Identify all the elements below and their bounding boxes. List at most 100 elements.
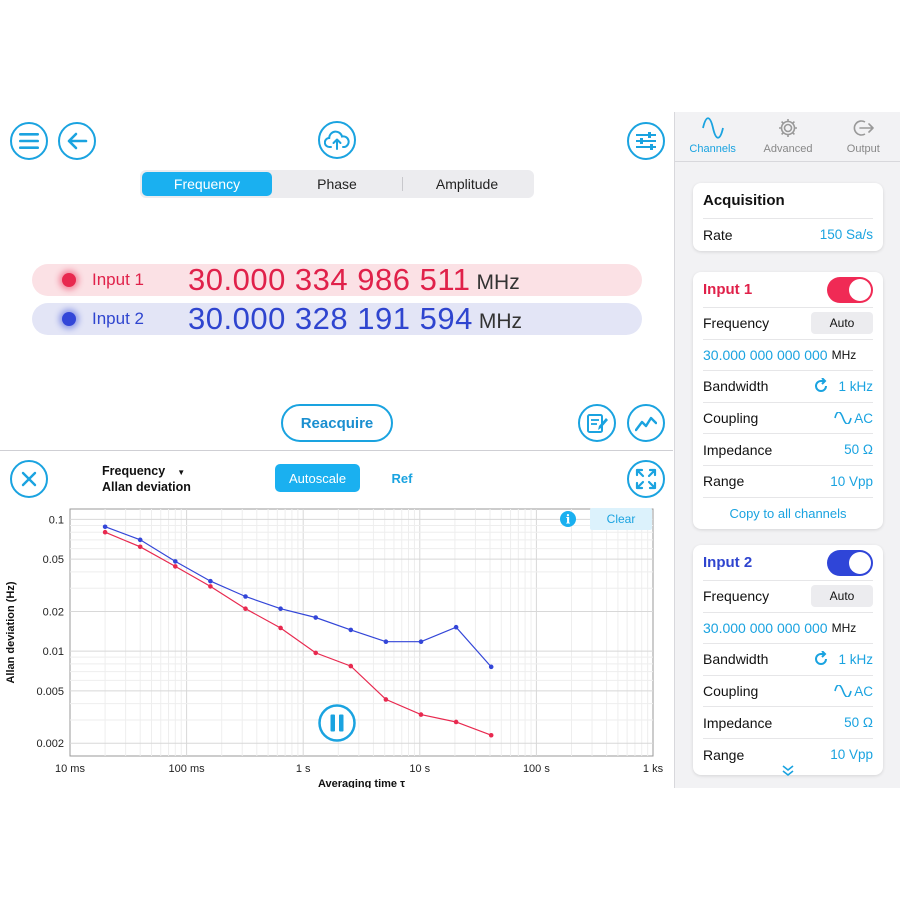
readout-input-1: Input 1 30.000 334 986 511 MHz	[32, 262, 642, 297]
settings-sidebar: Channels Advanced Output Acquisition Rat…	[674, 112, 900, 788]
rate-row[interactable]: Rate 150 Sa/s	[703, 219, 873, 251]
data-point	[348, 627, 354, 633]
ac-wave-icon	[834, 685, 853, 698]
row-label: Rate	[703, 226, 733, 243]
row-label: Range	[703, 473, 745, 490]
data-point	[488, 664, 494, 670]
data-point	[488, 732, 494, 738]
close-plot-button[interactable]	[10, 460, 48, 498]
menu-button[interactable]	[10, 122, 48, 160]
reacquire-button[interactable]: Reacquire	[281, 404, 393, 442]
x-tick-label: 100 s	[523, 763, 550, 775]
scroll-down-chevron-icon[interactable]	[675, 764, 900, 780]
tab-advanced[interactable]: Advanced	[750, 112, 825, 161]
coupling-value: AC	[854, 683, 873, 699]
coupling-row[interactable]: Coupling AC	[703, 676, 873, 708]
tab-amplitude[interactable]: Amplitude	[402, 172, 532, 196]
refresh-icon	[815, 378, 828, 393]
bandwidth-value: 1 kHz	[838, 378, 873, 394]
x-axis-label: Averaging time τ	[318, 778, 405, 788]
tab-frequency[interactable]: Frequency	[142, 172, 272, 196]
data-point	[137, 537, 143, 543]
sidebar-tabs: Channels Advanced Output	[675, 112, 900, 162]
impedance-row[interactable]: Impedance 50 Ω	[703, 434, 873, 466]
data-point	[173, 564, 178, 569]
y-tick-label: 0.01	[43, 646, 64, 658]
settings-sliders-button[interactable]	[627, 122, 665, 160]
readout-unit: MHz	[476, 271, 520, 294]
card-title-text: Input 2	[703, 554, 753, 571]
y-axis-label: Allan deviation (Hz)	[5, 581, 17, 683]
data-point	[313, 615, 319, 620]
expand-icon	[635, 468, 657, 490]
tab-phase[interactable]: Phase	[272, 172, 402, 196]
caret-down-icon: ▼	[177, 468, 186, 477]
copy-to-all-channels-button[interactable]: Copy to all channels	[703, 498, 873, 530]
log-button[interactable]	[578, 404, 616, 442]
range-row[interactable]: Range 10 Vpp	[703, 466, 873, 498]
readout-label: Input 2	[92, 309, 144, 328]
impedance-row[interactable]: Impedance 50 Ω	[703, 707, 873, 739]
arrow-left-icon	[67, 132, 88, 150]
frequency-row: Frequency Auto	[703, 581, 873, 613]
tab-label: Channels	[689, 143, 736, 155]
expand-plot-button[interactable]	[627, 460, 665, 498]
data-point	[243, 594, 248, 599]
tab-channels[interactable]: Channels	[675, 112, 750, 161]
ref-button[interactable]: Ref	[382, 464, 422, 492]
toggle-knob	[849, 278, 871, 301]
readout-unit: MHz	[478, 310, 522, 333]
acquisition-card: Acquisition Rate 150 Sa/s	[693, 183, 883, 251]
sliders-icon	[636, 132, 656, 150]
row-label: Bandwidth	[703, 651, 769, 668]
row-label: Coupling	[703, 683, 759, 700]
frequency-auto-button[interactable]: Auto	[811, 585, 873, 608]
y-tick-label: 0.005	[36, 686, 64, 698]
autoscale-button[interactable]: Autoscale	[275, 464, 360, 492]
tab-output[interactable]: Output	[826, 112, 900, 161]
line-chart-icon	[635, 416, 657, 432]
clear-button-label: Clear	[607, 512, 636, 526]
data-point	[418, 639, 424, 644]
readout-input-2: Input 2 30.000 328 191 594 MHz	[32, 301, 642, 336]
tab-label: Output	[846, 143, 880, 155]
plot-quantity: Frequency	[102, 464, 166, 478]
input-2-toggle[interactable]	[827, 549, 873, 576]
x-tick-label: 100 ms	[169, 763, 206, 775]
data-point	[383, 639, 389, 644]
data-point	[453, 624, 459, 630]
data-point	[278, 625, 283, 631]
frequency-value-row[interactable]: 30.000 000 000 000 MHz	[703, 340, 873, 372]
back-button[interactable]	[58, 122, 96, 160]
bandwidth-row[interactable]: Bandwidth 1 kHz	[703, 644, 873, 676]
data-point	[102, 524, 108, 530]
row-label: Bandwidth	[703, 378, 769, 395]
data-point	[137, 544, 143, 550]
toggle-knob	[849, 551, 871, 574]
chart-button[interactable]	[627, 404, 665, 442]
frequency-unit: MHz	[831, 620, 857, 635]
input-2-card: Input 2 Frequency Auto 30.000 000 000 00…	[693, 545, 883, 775]
frequency-value-row[interactable]: 30.000 000 000 000 MHz	[703, 613, 873, 645]
cloud-upload-button[interactable]	[318, 121, 356, 159]
plot-area[interactable]	[69, 508, 654, 757]
plot-type-selector[interactable]: Frequency ▼ Allan deviation	[102, 464, 191, 495]
app: Frequency Phase Amplitude Input 1 30.000…	[0, 112, 900, 788]
coupling-value: AC	[854, 410, 873, 426]
pause-button[interactable]	[318, 704, 356, 742]
input-1-toggle[interactable]	[827, 276, 873, 303]
frequency-row: Frequency Auto	[703, 308, 873, 340]
refresh-icon	[815, 651, 828, 666]
bandwidth-row[interactable]: Bandwidth 1 kHz	[703, 371, 873, 403]
tab-label: Advanced	[763, 143, 813, 155]
x-tick-label: 1 s	[296, 763, 311, 775]
frequency-auto-button[interactable]: Auto	[811, 312, 873, 335]
data-point	[383, 697, 389, 702]
sine-wave-icon	[701, 117, 724, 139]
x-tick-label: 10 ms	[55, 763, 85, 775]
data-point	[313, 650, 319, 656]
coupling-row[interactable]: Coupling AC	[703, 403, 873, 435]
data-point	[278, 606, 283, 612]
allan-deviation-chart[interactable]: 10 ms 100 ms 1 s 10 s 100 s 1 ks 0.1 0.05 0.02 0.…	[0, 502, 673, 788]
cloud-upload-icon	[324, 130, 350, 150]
